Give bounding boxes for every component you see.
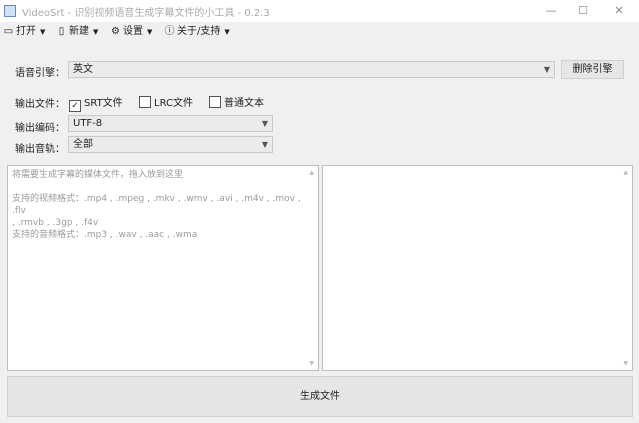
output-log-area[interactable]: ▲ ▼ <box>322 165 633 371</box>
track-select-value: 全部 <box>73 139 93 150</box>
scroll-down-icon[interactable]: ▼ <box>309 360 314 367</box>
plain-text-checkbox-label: 普通文本 <box>224 98 264 109</box>
srt-checkbox[interactable]: ✓ SRT文件 <box>69 94 123 112</box>
chevron-down-icon: ▼ <box>261 140 268 149</box>
checkbox-checked-icon: ✓ <box>69 100 81 112</box>
lrc-checkbox-label: LRC文件 <box>154 98 194 109</box>
chevron-down-icon: ▼ <box>261 119 268 128</box>
engine-select[interactable]: 英文 ▼ <box>68 61 555 78</box>
encoding-select[interactable]: UTF-8 ▼ <box>68 115 273 132</box>
media-drop-area[interactable]: 将需要生成字幕的媒体文件，拖入放到这里 支持的视频格式：.mp4 , .mpeg… <box>7 165 319 371</box>
gear-icon: ⚙ <box>111 26 120 37</box>
menu-about-label: 关于/支持 <box>177 26 221 37</box>
srt-checkbox-label: SRT文件 <box>84 98 123 109</box>
chevron-down-icon: ▼ <box>147 28 153 36</box>
encoding-label: 输出编码： <box>15 123 65 134</box>
menu-open[interactable]: ▭ 打开 ▼ <box>3 24 46 40</box>
minimize-button[interactable]: — <box>536 0 566 22</box>
menu-open-label: 打开 <box>16 26 36 37</box>
maximize-button[interactable]: ☐ <box>568 0 598 22</box>
new-file-icon: ▯ <box>58 26 65 37</box>
track-select[interactable]: 全部 ▼ <box>68 136 273 153</box>
chevron-down-icon: ▼ <box>40 28 46 36</box>
checkbox-unchecked-icon <box>139 96 151 108</box>
output-file-label: 输出文件： <box>15 99 65 110</box>
chevron-down-icon: ▼ <box>93 28 99 36</box>
encoding-select-value: UTF-8 <box>73 118 103 129</box>
menu-bar: ▭ 打开 ▼ ▯ 新建 ▼ ⚙ 设置 ▼ ⓘ 关于/支持 ▼ <box>0 22 639 42</box>
chevron-down-icon: ▼ <box>543 65 550 74</box>
close-button[interactable]: ✕ <box>604 0 634 22</box>
scroll-up-icon[interactable]: ▲ <box>623 169 628 176</box>
delete-engine-button[interactable]: 删除引擎 <box>561 60 624 79</box>
scroll-down-icon[interactable]: ▼ <box>623 360 628 367</box>
folder-icon: ▭ <box>3 26 14 37</box>
window-title: VideoSrt - 识别视频语音生成字幕文件的小工具 - 0.2.3 <box>22 8 270 19</box>
drop-hint-text: 将需要生成字幕的媒体文件，拖入放到这里 支持的视频格式：.mp4 , .mpeg… <box>12 170 301 240</box>
engine-label: 语音引擎： <box>15 68 65 79</box>
track-label: 输出音轨： <box>15 144 65 155</box>
menu-new[interactable]: ▯ 新建 ▼ <box>56 24 99 40</box>
menu-settings[interactable]: ⚙ 设置 ▼ <box>110 24 152 40</box>
scroll-up-icon[interactable]: ▲ <box>309 169 314 176</box>
menu-new-label: 新建 <box>69 26 89 37</box>
lrc-checkbox[interactable]: LRC文件 <box>139 94 193 109</box>
chevron-down-icon: ▼ <box>224 28 230 36</box>
info-icon: ⓘ <box>164 26 175 37</box>
generate-file-button[interactable]: 生成文件 <box>7 376 633 417</box>
app-icon <box>4 5 16 17</box>
menu-about[interactable]: ⓘ 关于/支持 ▼ <box>164 24 230 40</box>
checkbox-unchecked-icon <box>209 96 221 108</box>
title-bar: VideoSrt - 识别视频语音生成字幕文件的小工具 - 0.2.3 — ☐ … <box>0 0 639 22</box>
engine-select-value: 英文 <box>73 64 93 75</box>
menu-settings-label: 设置 <box>123 26 143 37</box>
plain-text-checkbox[interactable]: 普通文本 <box>209 94 264 109</box>
